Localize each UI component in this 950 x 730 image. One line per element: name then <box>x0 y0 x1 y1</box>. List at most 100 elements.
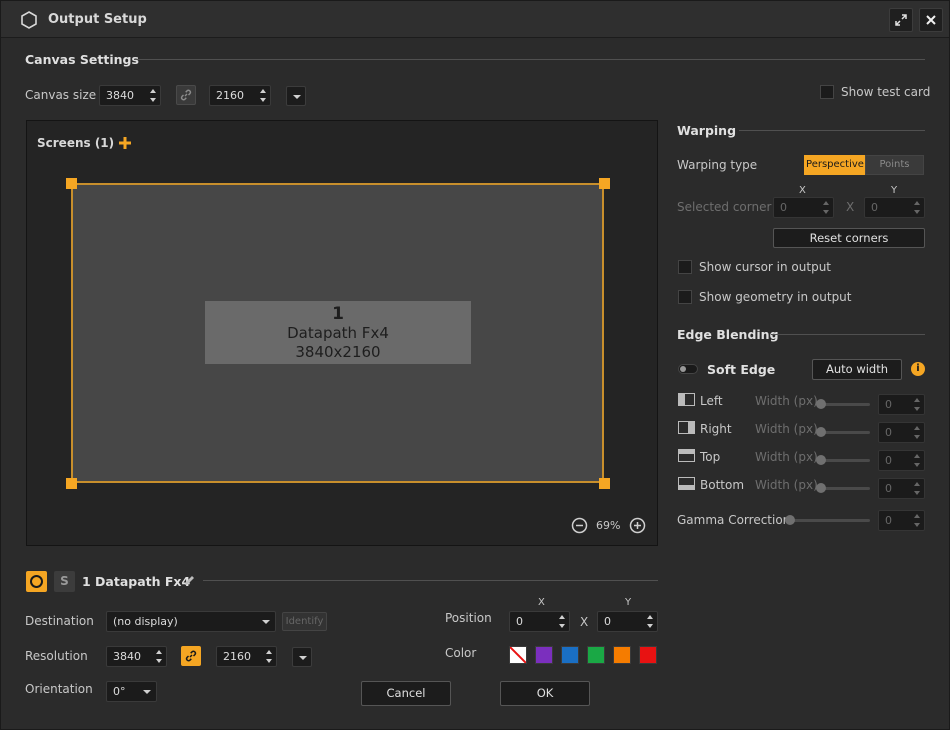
spin-arrows-icon[interactable] <box>823 201 829 214</box>
identify-button[interactable]: Identify <box>282 612 327 631</box>
edge-right-slider-knob[interactable] <box>816 427 826 437</box>
cancel-button[interactable]: Cancel <box>361 681 451 706</box>
corner-handle-bottom-left[interactable] <box>66 478 77 489</box>
ok-button[interactable]: OK <box>500 681 590 706</box>
canvas-height-input[interactable]: 2160 <box>209 85 271 106</box>
show-test-card-checkbox[interactable] <box>820 85 834 99</box>
corner-x-input[interactable]: 0 <box>773 197 834 218</box>
spin-arrows-icon[interactable] <box>914 514 920 527</box>
show-geometry-checkbox[interactable] <box>678 290 692 304</box>
position-x-input[interactable]: 0 <box>509 611 570 632</box>
edge-bottom-value: 0 <box>885 482 892 495</box>
resolution-width-value: 3840 <box>113 650 141 663</box>
chevron-down-icon <box>143 690 151 694</box>
corner-handle-top-left[interactable] <box>66 178 77 189</box>
canvas-size-label: Canvas size <box>25 88 97 102</box>
spin-arrows-icon[interactable] <box>260 89 266 102</box>
canvas-preset-dropdown[interactable] <box>286 86 306 106</box>
gamma-slider-knob[interactable] <box>785 515 795 525</box>
destination-label: Destination <box>25 614 94 628</box>
edge-right-input[interactable]: 0 <box>878 422 925 443</box>
resolution-link-button[interactable] <box>181 646 201 666</box>
spin-arrows-icon[interactable] <box>150 89 156 102</box>
spin-arrows-icon[interactable] <box>559 615 565 628</box>
corner-handle-bottom-right[interactable] <box>599 478 610 489</box>
destination-value: (no display) <box>113 615 178 628</box>
circle-icon <box>30 575 43 588</box>
resolution-width-input[interactable]: 3840 <box>106 646 167 667</box>
screen-name: Datapath Fx4 <box>287 324 389 342</box>
zoom-level: 69% <box>596 519 621 532</box>
show-cursor-checkbox[interactable] <box>678 260 692 274</box>
edge-top-slider-knob[interactable] <box>816 455 826 465</box>
edge-left-input[interactable]: 0 <box>878 394 925 415</box>
edge-bottom-input[interactable]: 0 <box>878 478 925 499</box>
destination-select[interactable]: (no display) <box>106 611 276 632</box>
resolution-height-input[interactable]: 2160 <box>216 646 277 667</box>
edge-bottom-slider-knob[interactable] <box>816 483 826 493</box>
warping-type-points[interactable]: Points <box>865 155 924 175</box>
screen-props-divider <box>203 580 658 581</box>
edge-top-input[interactable]: 0 <box>878 450 925 471</box>
info-icon[interactable]: i <box>911 362 925 376</box>
color-swatch-orange[interactable] <box>613 646 631 664</box>
color-swatch-none[interactable] <box>509 646 527 664</box>
corner-y-value: 0 <box>871 201 878 214</box>
position-y-input[interactable]: 0 <box>597 611 658 632</box>
spin-arrows-icon[interactable] <box>647 615 653 628</box>
zoom-out-icon[interactable] <box>571 517 588 534</box>
output-toggle-button[interactable] <box>26 571 47 592</box>
spin-arrows-icon[interactable] <box>156 650 162 663</box>
auto-width-button[interactable]: Auto width <box>812 359 902 380</box>
spin-arrows-icon[interactable] <box>266 650 272 663</box>
edge-bottom-width-label: Width (px) <box>755 478 818 492</box>
spin-arrows-icon[interactable] <box>914 426 920 439</box>
color-swatch-blue[interactable] <box>561 646 579 664</box>
soft-edge-toggle[interactable] <box>678 364 698 374</box>
warping-type-label: Warping type <box>677 158 758 172</box>
corner-y-input[interactable]: 0 <box>864 197 925 218</box>
position-separator: X <box>580 615 589 629</box>
gamma-input[interactable]: 0 <box>878 510 925 531</box>
hexagon-icon <box>21 11 37 29</box>
position-y-value: 0 <box>604 615 611 628</box>
close-button[interactable] <box>919 8 943 32</box>
corner-handle-top-right[interactable] <box>599 178 610 189</box>
spin-arrows-icon[interactable] <box>914 482 920 495</box>
reset-corners-button[interactable]: Reset corners <box>773 228 925 248</box>
no-color-icon <box>509 646 527 664</box>
color-swatch-green[interactable] <box>587 646 605 664</box>
color-swatch-purple[interactable] <box>535 646 553 664</box>
canvas-link-button[interactable] <box>176 85 196 105</box>
warping-type-perspective[interactable]: Perspective <box>804 155 866 175</box>
edge-top-width-label: Width (px) <box>755 450 818 464</box>
window-title: Output Setup <box>48 12 147 27</box>
gamma-slider[interactable] <box>785 519 870 522</box>
orientation-value: 0° <box>113 685 126 698</box>
canvas-width-input[interactable]: 3840 <box>99 85 161 106</box>
spin-arrows-icon[interactable] <box>914 454 920 467</box>
spin-arrows-icon[interactable] <box>914 201 920 214</box>
chevron-down-icon <box>262 620 270 624</box>
pencil-icon[interactable] <box>183 574 196 587</box>
screen-props-title: 1 Datapath Fx4 <box>82 574 191 589</box>
canvas-width-value: 3840 <box>106 89 134 102</box>
corner-y-header: Y <box>891 185 898 196</box>
gamma-correction-label: Gamma Correction <box>677 513 791 527</box>
position-y-header: Y <box>625 597 632 608</box>
soft-edge-label: Soft Edge <box>707 362 776 377</box>
zoom-in-icon[interactable] <box>629 517 646 534</box>
solo-button[interactable]: S <box>54 571 75 592</box>
color-swatch-red[interactable] <box>639 646 657 664</box>
corner-x-value: 0 <box>780 201 787 214</box>
orientation-select[interactable]: 0° <box>106 681 157 702</box>
add-screen-icon[interactable] <box>118 136 132 150</box>
edge-right-label: Right <box>700 422 732 436</box>
edge-left-slider-knob[interactable] <box>816 399 826 409</box>
resolution-preset-dropdown[interactable] <box>292 647 312 667</box>
spin-arrows-icon[interactable] <box>914 398 920 411</box>
position-x-value: 0 <box>516 615 523 628</box>
close-icon <box>926 15 936 25</box>
expand-button[interactable] <box>889 8 913 32</box>
edge-right-value: 0 <box>885 426 892 439</box>
